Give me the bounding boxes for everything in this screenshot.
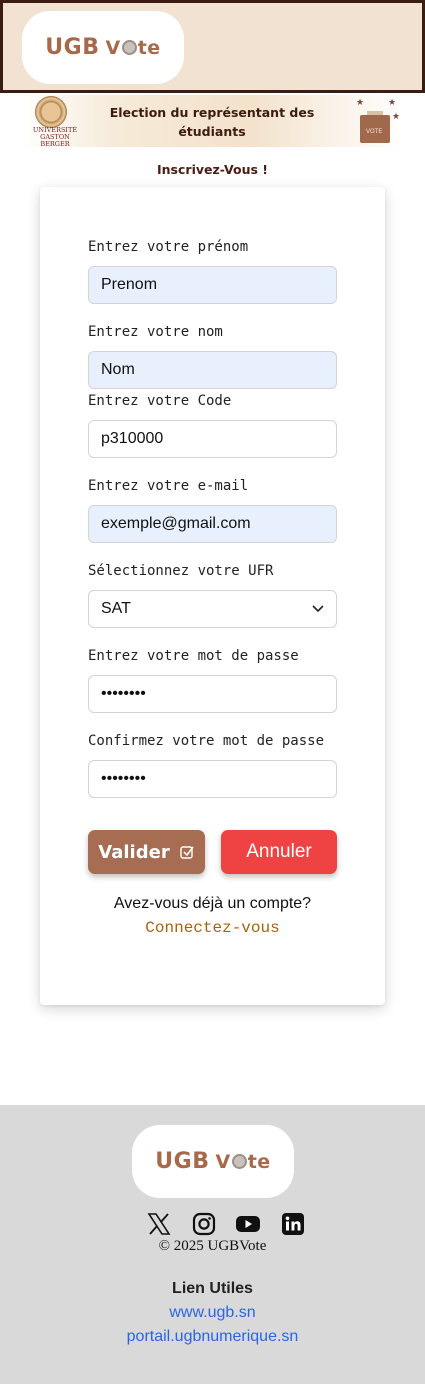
social-links <box>146 1211 306 1237</box>
youtube-icon[interactable] <box>235 1211 261 1237</box>
ufr-label: Sélectionnez votre UFR <box>88 563 274 579</box>
banner-title: Election du représentant des étudiants <box>109 105 315 139</box>
footer-ballot-icon <box>231 1154 247 1169</box>
logo-brand: UGB <box>45 35 100 60</box>
instagram-icon[interactable] <box>191 1211 217 1237</box>
footer-logo-vote-post: te <box>247 1150 271 1173</box>
linkedin-icon[interactable] <box>280 1211 306 1237</box>
footer-logo-vote-word: V te <box>216 1151 271 1173</box>
confirm-password-label: Confirmez votre mot de passe <box>88 733 325 749</box>
footer: UGB V te © 2025 UGBVote Lien Utiles www.… <box>0 1105 425 1384</box>
checkbox-check-icon <box>180 845 194 859</box>
email-label: Entrez votre e-mail <box>88 478 249 494</box>
password-input[interactable]: •••••••• <box>88 675 337 713</box>
logo-text: UGB V te <box>45 35 160 60</box>
university-name: UNIVERSITÉ GASTON BERGER <box>32 126 78 148</box>
lastname-label: Entrez votre nom <box>88 324 223 340</box>
ballot-box-icon: ★ ★ ★ VOTE <box>354 97 400 145</box>
email-input[interactable]: exemple@gmail.com <box>88 505 337 543</box>
ballot-icon <box>121 40 137 55</box>
logo-vote-pre: V <box>105 36 121 59</box>
submit-label: Valider <box>98 841 170 863</box>
election-banner: UNIVERSITÉ GASTON BERGER Election du rep… <box>22 95 404 148</box>
university-seal: UNIVERSITÉ GASTON BERGER <box>26 96 77 148</box>
seal-emblem-icon <box>35 96 67 128</box>
header-logo[interactable]: UGB V te <box>22 11 184 84</box>
header: UGB V te <box>0 0 425 93</box>
password-label: Entrez votre mot de passe <box>88 648 299 664</box>
footer-logo-vote-pre: V <box>215 1150 231 1173</box>
code-input[interactable]: p310000 <box>88 420 337 458</box>
page-subtitle: Inscrivez-Vous ! <box>157 162 268 177</box>
copyright-text: © 2025 UGBVote <box>158 1238 267 1254</box>
footer-logo-text: UGB V te <box>155 1149 270 1174</box>
footer-logo[interactable]: UGB V te <box>132 1125 294 1198</box>
logo-vote-word: V te <box>106 37 161 59</box>
footer-link-portail[interactable]: portail.ugbnumerique.sn <box>0 1328 425 1346</box>
submit-button[interactable]: Valider <box>88 830 205 874</box>
have-account-text: Avez-vous déjà un compte? <box>113 895 312 912</box>
useful-links-title: Lien Utiles <box>172 1280 253 1297</box>
code-label: Entrez votre Code <box>88 393 232 409</box>
footer-link-ugb[interactable]: www.ugb.sn <box>0 1304 425 1322</box>
lastname-input[interactable]: Nom <box>88 351 337 389</box>
firstname-label: Entrez votre prénom <box>88 239 249 255</box>
x-icon[interactable] <box>146 1211 172 1237</box>
ballot-box-label: VOTE <box>366 129 383 135</box>
firstname-input[interactable]: Prenom <box>88 266 337 304</box>
chevron-down-icon <box>312 605 324 613</box>
ufr-select[interactable]: SAT <box>88 590 337 628</box>
ufr-selected-value: SAT <box>101 600 131 617</box>
footer-logo-brand: UGB <box>155 1149 210 1174</box>
cancel-button[interactable]: Annuler <box>221 830 337 874</box>
login-link[interactable]: Connectez-vous <box>0 919 425 937</box>
confirm-password-input[interactable]: •••••••• <box>88 760 337 798</box>
logo-vote-post: te <box>137 36 161 59</box>
